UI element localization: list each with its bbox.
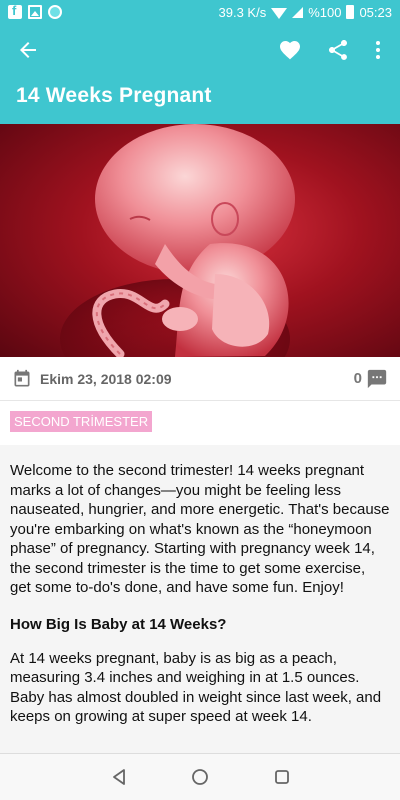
status-bar: 39.3 K/s %100 05:23	[0, 0, 400, 24]
more-vert-icon[interactable]	[366, 38, 390, 62]
wifi-icon	[271, 7, 288, 19]
battery-icon	[346, 5, 355, 19]
fetus-drawing	[60, 124, 295, 357]
intro-paragraph: Welcome to the second trimester! 14 week…	[10, 462, 390, 596]
calendar-icon	[14, 369, 30, 386]
facebook-notification-icon	[8, 3, 22, 19]
system-status: 39.3 K/s %100 05:23	[219, 5, 393, 20]
section-heading: How Big Is Baby at 14 Weeks?	[10, 615, 227, 633]
nav-home-icon[interactable]	[191, 768, 209, 786]
app-notification-icon	[48, 5, 62, 19]
system-nav-bar	[0, 753, 400, 800]
app-bar: 14 Weeks Pregnant	[0, 24, 400, 124]
heart-icon[interactable]	[278, 38, 302, 62]
signal-icon	[292, 6, 304, 18]
fetus-illustration	[0, 124, 400, 357]
network-speed: 39.3 K/s	[218, 4, 267, 20]
comment-icon[interactable]	[366, 368, 388, 390]
battery-percent: %100	[308, 4, 342, 20]
article-meta: Ekim 23, 2018 02:09 0	[0, 357, 400, 401]
page-title: 14 Weeks Pregnant	[16, 84, 212, 107]
nav-recents-icon[interactable]	[274, 769, 290, 785]
scroll-fade	[0, 731, 400, 753]
category-tag[interactable]: SECOND TRİMESTER	[10, 411, 153, 432]
tag-area: SECOND TRİMESTER	[0, 401, 400, 445]
body-paragraph: At 14 weeks pregnant, baby is as big as …	[10, 649, 382, 726]
share-icon[interactable]	[326, 38, 350, 62]
notification-icons	[8, 3, 62, 19]
clock: 05:23	[359, 4, 392, 20]
image-notification-icon	[28, 5, 42, 19]
back-arrow-icon[interactable]	[16, 38, 40, 62]
nav-back-icon[interactable]	[110, 768, 128, 786]
comment-count[interactable]: 0	[354, 370, 362, 387]
publish-date: Ekim 23, 2018 02:09	[40, 370, 172, 387]
article-body: Welcome to the second trimester! 14 week…	[0, 445, 400, 753]
